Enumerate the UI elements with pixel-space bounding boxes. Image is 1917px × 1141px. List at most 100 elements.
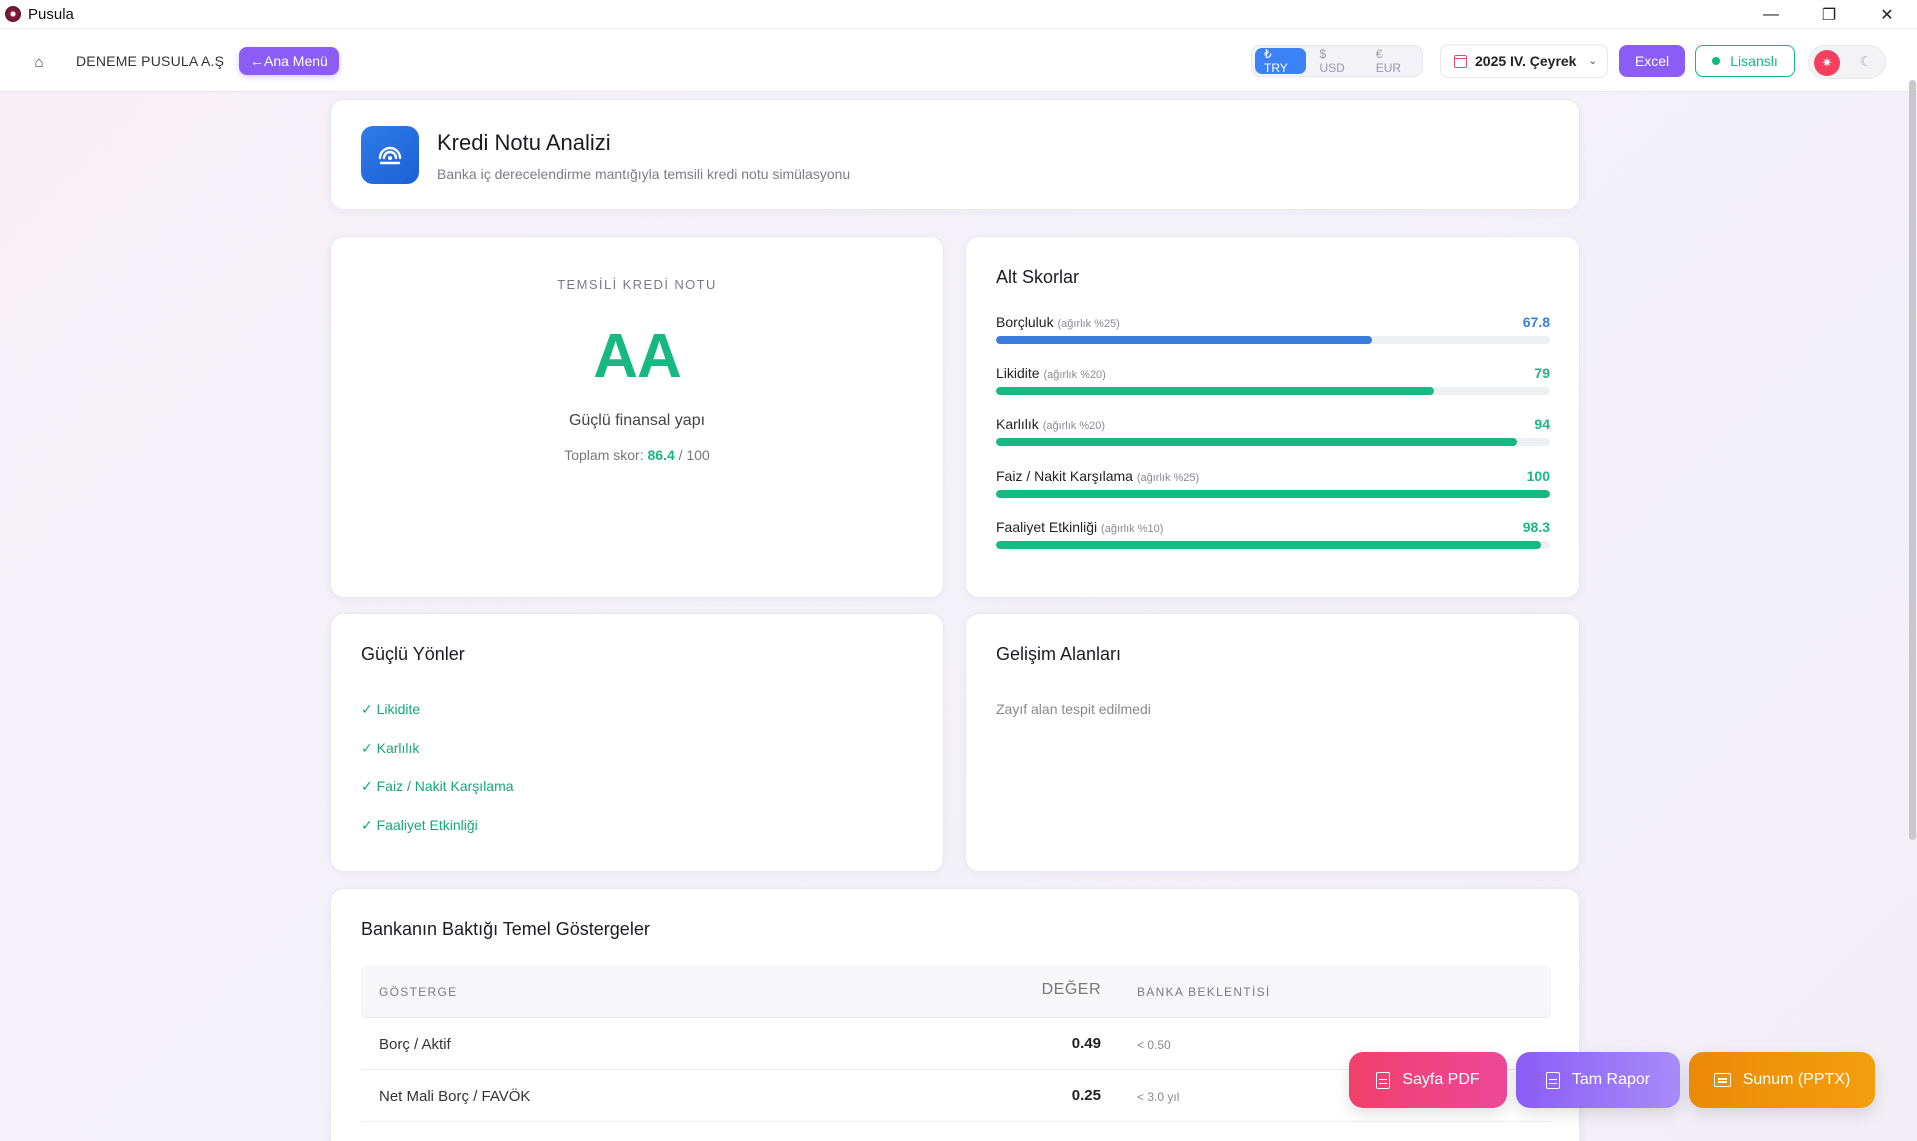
- period-value: 2025 IV. Çeyrek: [1475, 53, 1577, 69]
- sub-score-bar-fill: [996, 387, 1434, 395]
- indicator-expectation: < 0.50: [1137, 1038, 1171, 1052]
- presentation-icon: [1713, 1073, 1731, 1087]
- sub-score-name: Borçluluk (ağırlık %25): [996, 314, 1120, 330]
- document-icon: [1545, 1071, 1560, 1089]
- company-name: DENEME PUSULA A.Ş: [76, 53, 225, 69]
- excel-export-button[interactable]: Excel: [1619, 45, 1685, 77]
- sun-icon[interactable]: ✷: [1814, 50, 1840, 76]
- sub-score-bar: [996, 387, 1550, 395]
- strength-item: ✓ Faaliyet Etkinliği: [361, 817, 478, 833]
- page-pdf-button[interactable]: Sayfa PDF: [1349, 1052, 1507, 1108]
- gauge-icon: [361, 126, 419, 184]
- column-header-value: DEĞER: [1041, 981, 1101, 998]
- page-title: Kredi Notu Analizi: [437, 130, 611, 155]
- sub-score-row: Karlılık (ağırlık %20) 94: [996, 416, 1550, 456]
- total-score-suffix: / 100: [674, 447, 710, 463]
- sub-score-name: Faiz / Nakit Karşılama (ağırlık %25): [996, 468, 1199, 484]
- license-label: Lisanslı: [1730, 53, 1778, 69]
- full-report-button[interactable]: Tam Rapor: [1516, 1052, 1680, 1108]
- period-select[interactable]: 2025 IV. Çeyrek ⌄: [1440, 44, 1608, 78]
- sub-score-value: 100: [1526, 468, 1550, 484]
- sub-score-row: Faaliyet Etkinliği (ağırlık %10) 98.3: [996, 519, 1550, 559]
- improvements-card: Gelişim Alanları Zayıf alan tespit edilm…: [965, 613, 1580, 872]
- sub-score-label: Karlılık: [996, 416, 1039, 432]
- sub-score-value: 98.3: [1522, 519, 1550, 535]
- indicator-name: Net Mali Borç / FAVÖK: [379, 1088, 531, 1105]
- sub-score-bar: [996, 438, 1550, 446]
- window-titlebar: Pusula — ❐ ✕: [0, 0, 1917, 29]
- sub-scores-title: Alt Skorlar: [996, 267, 1080, 287]
- sub-score-name: Faaliyet Etkinliği (ağırlık %10): [996, 519, 1163, 535]
- sub-score-weight: (ağırlık %10): [1101, 523, 1164, 535]
- sub-score-label: Faaliyet Etkinliği: [996, 519, 1098, 535]
- license-button[interactable]: Lisanslı: [1695, 45, 1795, 77]
- currency-switcher: ₺ TRY $ USD € EUR: [1251, 45, 1423, 77]
- currency-usd-button[interactable]: $ USD: [1310, 47, 1362, 75]
- full-report-label: Tam Rapor: [1571, 1071, 1651, 1088]
- sub-score-weight: (ağırlık %25): [1057, 318, 1120, 330]
- column-header-expectation: BANKA BEKLENTİSİ: [1137, 985, 1271, 999]
- currency-try-button[interactable]: ₺ TRY: [1255, 47, 1307, 75]
- sub-score-name: Karlılık (ağırlık %20): [996, 416, 1105, 432]
- sub-scores-card: Alt Skorlar Borçluluk (ağırlık %25) 67.8 L…: [965, 236, 1580, 598]
- indicators-title: Bankanın Baktığı Temel Göstergeler: [361, 919, 650, 939]
- sub-score-value: 79: [1534, 365, 1550, 381]
- total-score-value: 86.4: [647, 447, 675, 463]
- app-topbar: ⌂ DENEME PUSULA A.Ş ←Ana Menü ₺ TRY $ US…: [0, 29, 1917, 92]
- sub-score-row: Likidite (ağırlık %20) 79: [996, 365, 1550, 405]
- sub-score-bar: [996, 490, 1550, 498]
- sub-score-bar-fill: [996, 336, 1372, 344]
- sub-score-label: Faiz / Nakit Karşılama: [996, 468, 1133, 484]
- strengths-title: Güçlü Yönler: [361, 644, 465, 664]
- restore-icon[interactable]: ❐: [1801, 0, 1857, 29]
- indicator-name: Borç / Aktif: [379, 1036, 451, 1053]
- sub-score-value: 94: [1534, 416, 1550, 432]
- indicator-value: 0.49: [1071, 1035, 1101, 1052]
- theme-toggle[interactable]: ✷ ☾: [1808, 45, 1886, 79]
- window-title: Pusula: [28, 5, 74, 23]
- presentation-button[interactable]: Sunum (PPTX): [1689, 1052, 1875, 1108]
- sub-score-label: Likidite: [996, 365, 1040, 381]
- sub-score-bar-fill: [996, 490, 1550, 498]
- app-logo-icon: [5, 6, 21, 22]
- rating-grade: AA: [593, 322, 682, 391]
- sub-score-value: 67.8: [1522, 314, 1550, 330]
- strength-item: ✓ Likidite: [361, 701, 421, 717]
- sub-score-weight: (ağırlık %20): [1042, 420, 1106, 432]
- chevron-down-icon: ⌄: [1588, 55, 1597, 67]
- improvements-title: Gelişim Alanları: [996, 644, 1122, 664]
- moon-icon[interactable]: ☾: [1860, 53, 1873, 70]
- column-header-indicator: GÖSTERGE: [379, 985, 458, 999]
- document-icon: [1376, 1071, 1391, 1089]
- rating-label: TEMSİLİ KREDİ NOTU: [557, 277, 717, 292]
- rating-description: Güçlü finansal yapı: [568, 412, 706, 429]
- presentation-label: Sunum (PPTX): [1742, 1071, 1851, 1088]
- sub-score-bar-fill: [996, 541, 1541, 549]
- sub-score-label: Borçluluk: [996, 314, 1054, 330]
- close-icon[interactable]: ✕: [1859, 0, 1915, 29]
- page-header-card: Kredi Notu Analizi Banka iç derecelendir…: [330, 99, 1580, 210]
- currency-eur-button[interactable]: € EUR: [1367, 47, 1419, 75]
- sub-score-name: Likidite (ağırlık %20): [996, 365, 1106, 381]
- sub-score-row: Borçluluk (ağırlık %25) 67.8: [996, 314, 1550, 354]
- main-menu-button[interactable]: ←Ana Menü: [239, 47, 339, 75]
- status-dot-icon: [1712, 57, 1721, 65]
- strength-item: ✓ Karlılık: [361, 740, 420, 756]
- rating-total-score: Toplam skor: 86.4 / 100: [331, 447, 943, 463]
- table-header: GÖSTERGE DEĞER BANKA BEKLENTİSİ: [361, 965, 1551, 1018]
- page-subtitle: Banka iç derecelendirme mantığıyla temsi…: [437, 166, 851, 182]
- page-scrollbar[interactable]: [1909, 80, 1916, 840]
- home-icon[interactable]: ⌂: [26, 49, 52, 75]
- minimize-icon[interactable]: —: [1743, 0, 1799, 29]
- calendar-icon: [1454, 54, 1467, 68]
- sub-score-weight: (ağırlık %25): [1136, 472, 1200, 484]
- credit-rating-card: TEMSİLİ KREDİ NOTU AA Güçlü finansal yap…: [330, 236, 944, 598]
- page-pdf-label: Sayfa PDF: [1402, 1071, 1480, 1088]
- sub-score-weight: (ağırlık %20): [1043, 369, 1106, 381]
- indicator-expectation: < 3.0 yıl: [1137, 1090, 1180, 1104]
- sub-score-row: Faiz / Nakit Karşılama (ağırlık %25) 100: [996, 468, 1550, 508]
- sub-score-bar-fill: [996, 438, 1517, 446]
- improvements-empty-text: Zayıf alan tespit edilmedi: [996, 701, 1151, 717]
- indicator-value: 0.25: [1071, 1087, 1101, 1104]
- strength-item: ✓ Faiz / Nakit Karşılama: [361, 778, 514, 794]
